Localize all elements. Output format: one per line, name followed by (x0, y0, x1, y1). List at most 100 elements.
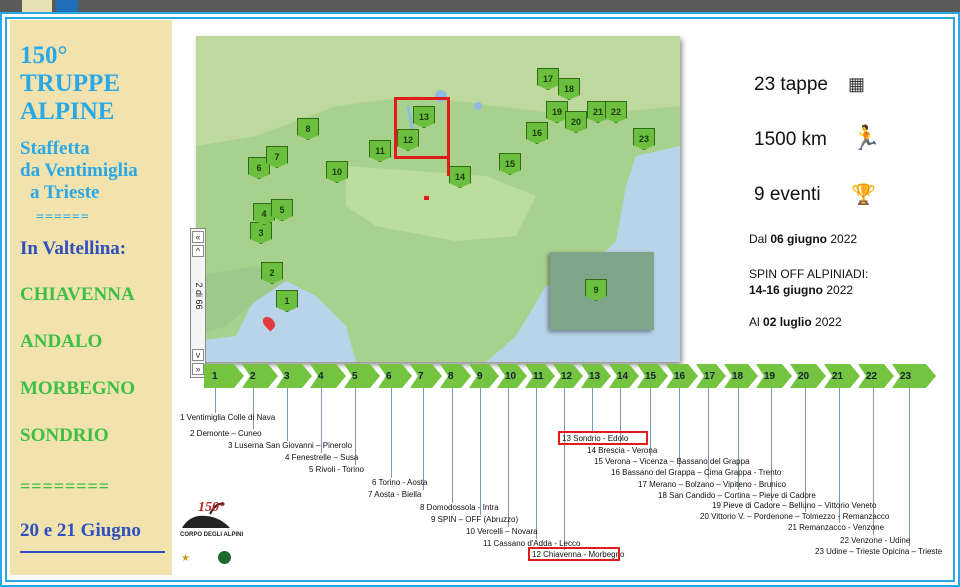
stage-label-15: 15 Verona – Vicenza – Bassano del Grappa (594, 457, 750, 466)
page-scroller[interactable]: « ^ 2 di 66 v » (190, 228, 206, 378)
valtellina-highlight-box (394, 97, 450, 159)
city-chiavenna: CHIAVENNA (20, 284, 135, 305)
stage-chevron-7[interactable]: 7 (410, 364, 442, 388)
stage-chevron-3[interactable]: 3 (276, 364, 312, 388)
stage-chevron-1[interactable]: 1 (204, 364, 244, 388)
logo-caption: CORPO DEGLI ALPINI (180, 532, 244, 538)
chevron-down-icon[interactable]: v (192, 349, 204, 361)
stage-chevron-16[interactable]: 16 (666, 364, 698, 388)
stage-chevron-5[interactable]: 5 (344, 364, 380, 388)
connector-line (452, 388, 453, 503)
stage-label-21: 21 Remanzacco - Venzone (788, 523, 885, 532)
stage-label-19: 19 Pieve di Cadore – Belluno – Vittorio … (712, 501, 877, 510)
connector-line (287, 388, 288, 441)
stage-label-3: 3 Luserna San Giovanni – Pinerolo (228, 441, 353, 450)
stage-label-8: 8 Domodossola - Intra (420, 503, 499, 512)
connector-line (564, 388, 565, 550)
stage-label-18: 18 San Candido – Cortina – Pieve di Cado… (658, 491, 816, 500)
stage-label-2: 2 Demonte – Cuneo (190, 429, 262, 438)
window-tab-active[interactable] (56, 0, 78, 12)
stage-chevron-4[interactable]: 4 (310, 364, 346, 388)
highlight-connector (447, 156, 450, 176)
underline (20, 551, 165, 553)
double-chevron-down-icon[interactable]: » (192, 363, 204, 375)
stage-chevron-18[interactable]: 18 (724, 364, 758, 388)
connector-line (480, 388, 481, 515)
stage-label-4: 4 Fenestrelle – Susa (285, 453, 359, 462)
stat-km: 1500 km (754, 129, 827, 150)
stage-label-23: 23 Udine – Trieste Opicina – Trieste (815, 547, 943, 556)
highlight-box-stage-13 (558, 431, 648, 445)
abruzzo-inset-map: 9 (550, 252, 654, 330)
stage-label-22: 22 Venzone - Udine (840, 536, 911, 545)
stage-label-14: 14 Brescia - Verona (587, 446, 658, 455)
stage-chevron-10[interactable]: 10 (497, 364, 527, 388)
note-end-date: Al 02 luglio 2022 (749, 315, 842, 329)
stage-chevron-8[interactable]: 8 (440, 364, 471, 388)
highlight-marker (424, 196, 429, 200)
stage-label-6: 6 Torino - Aosta (372, 478, 428, 487)
stage-label-9: 9 SPIN – OFF (Abruzzo) (431, 515, 519, 524)
city-morbegno: MORBEGNO (20, 378, 136, 399)
stage-label-7: 7 Aosta - Biella (368, 490, 422, 499)
connector-line (508, 388, 509, 527)
connector-line (391, 388, 392, 478)
stage-chevron-15[interactable]: 15 (637, 364, 668, 388)
chevron-up-icon[interactable]: ^ (192, 245, 204, 257)
stage-chevron-12[interactable]: 12 (553, 364, 583, 388)
stage-chevron-19[interactable]: 19 (756, 364, 792, 388)
city-sondrio: SONDRIO (20, 425, 109, 446)
highlight-box-stage-12 (528, 547, 620, 561)
event-date: 20 e 21 Giugno (20, 520, 141, 541)
route-map[interactable]: 1 2 3 4 5 6 7 8 10 11 12 13 14 15 16 17 … (196, 36, 680, 362)
connector-line (253, 388, 254, 429)
stage-chevron-6[interactable]: 6 (378, 364, 412, 388)
alpini-logo: 150° CORPO DEGLI ALPINI (180, 500, 243, 546)
double-chevron-up-icon[interactable]: « (192, 231, 204, 243)
star-icon: ★ (181, 553, 190, 564)
sponsor-badge-icon (218, 551, 231, 564)
stage-label-20: 20 Vittorio V. – Pordenone – Tolmezzo - … (700, 512, 890, 521)
connector-line (909, 388, 910, 546)
separator: ====== (36, 210, 90, 225)
trophy-icon: 🏆 (851, 184, 876, 206)
city-andalo: ANDALO (20, 331, 103, 352)
connector-line (215, 388, 216, 413)
stage-chevron-17[interactable]: 17 (696, 364, 726, 388)
stage-chevron-20[interactable]: 20 (790, 364, 826, 388)
logo-number: 150° (198, 500, 225, 515)
panel-title: 150° TRUPPE ALPINE (20, 42, 120, 125)
stage-chevron-2[interactable]: 2 (242, 364, 278, 388)
connector-line (592, 388, 593, 432)
panel-subtitle: Staffetta da Ventimiglia a Trieste (20, 138, 138, 203)
stage-chevron-14[interactable]: 14 (609, 364, 639, 388)
connector-line (536, 388, 537, 539)
stage-chevron-21[interactable]: 21 (824, 364, 860, 388)
left-info-panel: 150° TRUPPE ALPINE Staffetta da Ventimig… (10, 20, 172, 575)
note-spin-off: SPIN OFF ALPINIADI: 14-16 giugno 2022 (749, 267, 869, 297)
connector-line (679, 388, 680, 467)
runner-icon: 🏃 (851, 125, 881, 152)
stage-label-17: 17 Merano – Bolzano – Vipiteno - Brunico (638, 480, 786, 489)
connector-line (423, 388, 424, 490)
stage-chevron-9[interactable]: 9 (469, 364, 499, 388)
top-bar (0, 0, 960, 12)
stat-eventi: 9 eventi (754, 184, 821, 205)
stage-chevron-13[interactable]: 13 (581, 364, 611, 388)
window-tab[interactable] (22, 0, 52, 12)
calendar-icon: ▦ (848, 74, 866, 94)
valtellina-label: In Valtellina: (20, 238, 127, 259)
stage-chevron-23[interactable]: 23 (892, 364, 936, 388)
page-indicator: 2 di 66 (194, 282, 204, 310)
stage-chevron-22[interactable]: 22 (858, 364, 894, 388)
stage-chevron-11[interactable]: 11 (525, 364, 555, 388)
stage-timeline: 1 2 3 4 5 6 7 8 9 10 11 12 13 14 15 16 1… (204, 364, 936, 388)
note-start-date: Dal 06 giugno 2022 (749, 232, 858, 246)
stage-label-10: 10 Vercelli – Novara (466, 527, 538, 536)
map-pin-stage-9[interactable]: 9 (585, 279, 607, 301)
stage-label-16: 16 Bassano del Grappa – Cima Grappa - Tr… (611, 468, 782, 477)
stage-label-5: 5 Rivoli - Torino (309, 465, 364, 474)
stage-label-1: 1 Ventimiglia Colle di Nava (180, 413, 276, 422)
stat-tappe: 23 tappe (754, 74, 828, 95)
separator: ======== (20, 476, 111, 496)
